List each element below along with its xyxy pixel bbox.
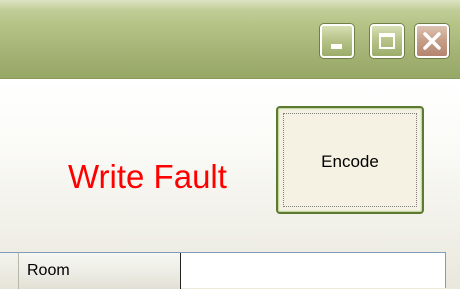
grid-row-header[interactable] (0, 253, 19, 289)
minimize-icon (331, 44, 342, 49)
minimize-button[interactable] (320, 24, 354, 58)
data-grid[interactable]: Room (0, 252, 446, 289)
maximize-button[interactable] (370, 24, 404, 58)
status-message: Write Fault (68, 158, 227, 195)
column-header-room[interactable]: Room (19, 253, 181, 289)
encode-button[interactable]: Encode (276, 106, 424, 214)
title-bar[interactable] (0, 0, 460, 79)
close-button[interactable] (415, 24, 449, 58)
maximize-icon (379, 33, 395, 49)
close-icon (423, 32, 441, 50)
encode-button-label: Encode (321, 152, 379, 171)
